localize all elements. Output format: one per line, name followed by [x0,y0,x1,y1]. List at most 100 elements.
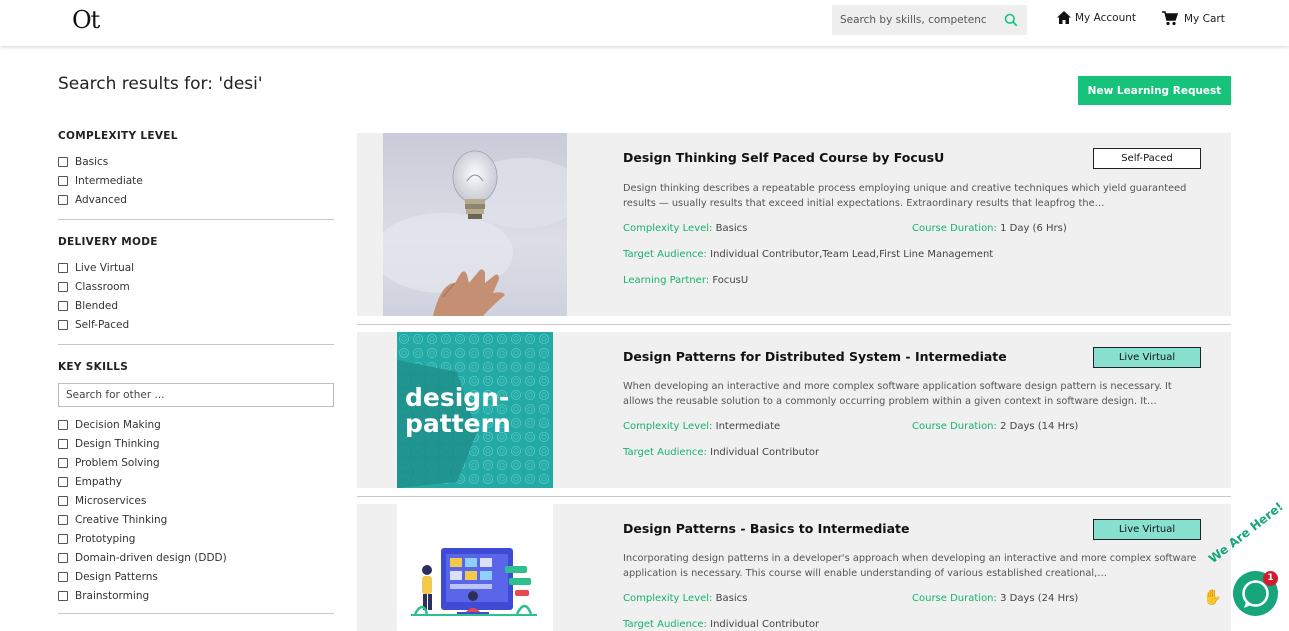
checkbox[interactable] [58,457,68,468]
developers-illustration [397,504,553,631]
filter-option-label: Domain-driven design (DDD) [75,551,227,564]
meta-key: Complexity Level: [623,223,713,234]
complexity-level: Complexity Level: Intermediate [623,421,780,432]
skills-filter-title: KEY SKILLS [58,361,129,373]
course-thumbnail[interactable]: design- pattern [397,332,553,488]
filter-option-label: Classroom [75,280,130,293]
brand-logo[interactable]: Ot [72,6,100,34]
course-title[interactable]: Design Patterns - Basics to Intermediate [623,521,909,536]
meta-value: 3 Days (24 Hrs) [1000,593,1079,604]
filter-sidebar: COMPLEXITY LEVEL Basics Intermediate Adv… [58,130,334,630]
filter-option[interactable]: Domain-driven design (DDD) [58,548,334,567]
checkbox[interactable] [58,156,68,167]
course-card[interactable]: design- pattern Design Patterns for Dist… [357,332,1231,488]
filter-option-label: Prototyping [75,532,136,545]
my-account-label: My Account [1075,11,1137,24]
filter-option-label: Empathy [75,475,122,488]
filter-option[interactable]: Self-Paced [58,315,334,334]
thumb-text: pattern [405,409,511,438]
course-duration: Course Duration: 1 Day (6 Hrs) [912,223,1067,234]
waving-hand-icon: ✋ [1203,588,1222,606]
divider [58,219,334,220]
filter-option[interactable]: Decision Making [58,415,334,434]
checkbox[interactable] [58,476,68,487]
course-card[interactable]: Design Patterns - Basics to Intermediate… [357,504,1231,631]
my-account-link[interactable]: My Account [1057,11,1136,24]
filter-option-label: Decision Making [75,418,161,431]
meta-value: Basics [715,223,748,234]
filter-option[interactable]: Brainstorming [58,586,334,605]
meta-value: Individual Contributor,Team Lead,First L… [710,249,994,260]
filter-option-label: Problem Solving [75,456,160,469]
filter-option[interactable]: Design Thinking [58,434,334,453]
checkbox[interactable] [58,495,68,506]
checkbox[interactable] [58,533,68,544]
global-search [832,5,1027,35]
course-card[interactable]: Design Thinking Self Paced Course by Foc… [357,133,1231,316]
complexity-level: Complexity Level: Basics [623,223,747,234]
meta-key: Complexity Level: [623,421,713,432]
filter-option[interactable]: Live Virtual [58,258,334,277]
course-duration: Course Duration: 2 Days (14 Hrs) [912,421,1078,432]
filter-option[interactable]: Advanced [58,190,334,209]
target-audience: Target Audience: Individual Contributor [623,619,819,630]
meta-value: 1 Day (6 Hrs) [1000,223,1067,234]
checkbox[interactable] [58,300,68,311]
my-cart-label: My Cart [1184,12,1225,25]
checkbox[interactable] [58,262,68,273]
delivery-mode-badge: Live Virtual [1093,347,1201,368]
filter-option[interactable]: Basics [58,152,334,171]
complexity-level: Complexity Level: Basics [623,593,747,604]
checkbox[interactable] [58,590,68,601]
filter-option[interactable]: Creative Thinking [58,510,334,529]
checkbox[interactable] [58,175,68,186]
filter-option[interactable]: Prototyping [58,529,334,548]
meta-key: Learning Partner: [623,275,710,286]
checkbox[interactable] [58,194,68,205]
course-thumbnail[interactable] [383,133,567,316]
meta-value: Intermediate [715,421,781,432]
new-learning-request-button[interactable]: New Learning Request [1078,76,1231,105]
filter-option-label: Microservices [75,494,147,507]
meta-key: Course Duration: [912,223,997,234]
course-description: When developing an interactive and more … [623,381,1172,407]
filter-option[interactable]: Empathy [58,472,334,491]
learning-partner: Learning Partner: FocusU [623,275,748,286]
checkbox[interactable] [58,552,68,563]
checkbox[interactable] [58,438,68,449]
divider [58,344,334,345]
global-search-input[interactable] [832,5,994,35]
cart-icon [1162,11,1178,26]
filter-option[interactable]: Design Patterns [58,567,334,586]
course-title[interactable]: Design Thinking Self Paced Course by Foc… [623,150,944,165]
filter-option[interactable]: Intermediate [58,171,334,190]
filter-option[interactable]: Classroom [58,277,334,296]
checkbox[interactable] [58,571,68,582]
filter-option[interactable]: Problem Solving [58,453,334,472]
course-thumbnail[interactable] [397,504,553,631]
course-duration: Course Duration: 3 Days (24 Hrs) [912,593,1078,604]
home-icon [1057,11,1071,24]
checkbox[interactable] [58,419,68,430]
filter-option-label: Brainstorming [75,589,150,602]
checkbox[interactable] [58,514,68,525]
meta-value: 2 Days (14 Hrs) [1000,421,1079,432]
thumb-text: design- [405,383,509,412]
my-cart-link[interactable]: My Cart [1162,11,1225,26]
chat-notification-badge: 1 [1263,571,1278,586]
meta-key: Course Duration: [912,421,997,432]
search-icon[interactable] [1004,13,1018,27]
checkbox[interactable] [58,319,68,330]
skill-search-input[interactable] [58,383,334,407]
meta-value: Individual Contributor [710,447,820,458]
checkbox[interactable] [58,281,68,292]
course-description: Incorporating design patterns in a devel… [623,553,1197,579]
meta-value: Individual Contributor [710,619,820,630]
filter-option-label: Intermediate [75,174,143,187]
filter-option-label: Basics [75,155,109,168]
filter-option[interactable]: Microservices [58,491,334,510]
complexity-filter-title: COMPLEXITY LEVEL [58,130,178,142]
course-title[interactable]: Design Patterns for Distributed System -… [623,349,1007,364]
filter-option-label: Live Virtual [75,261,135,274]
filter-option[interactable]: Blended [58,296,334,315]
